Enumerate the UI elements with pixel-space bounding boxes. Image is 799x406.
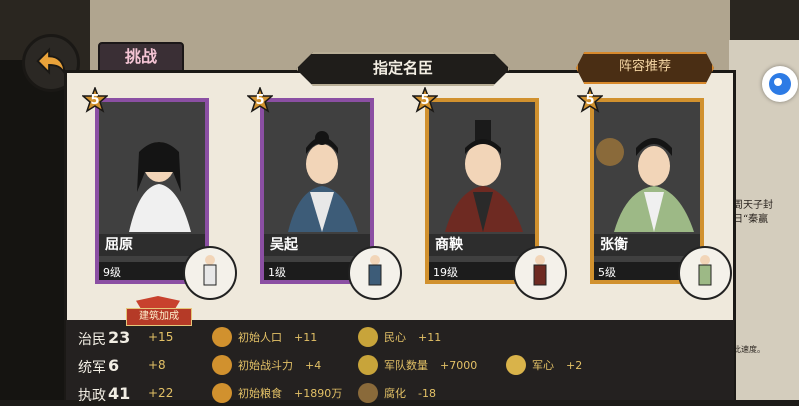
lineup-recommend-button[interactable]: 阵容推荐 xyxy=(576,52,714,84)
effect-item: 军心 +2 xyxy=(506,355,582,375)
combat-power-icon xyxy=(212,355,232,375)
star-badge: 5 xyxy=(575,85,605,113)
stat-bonus: +8 xyxy=(148,358,166,372)
star-count: 5 xyxy=(90,93,100,108)
pedestal xyxy=(183,246,237,300)
minister-name: 屈原 xyxy=(105,237,133,253)
minister-level: 9级 xyxy=(103,266,121,279)
effect-value: +1890万 xyxy=(294,387,343,400)
left-dark-strip xyxy=(0,60,64,400)
stat-label: 执政 xyxy=(78,388,106,404)
military-morale-icon xyxy=(506,355,526,375)
portrait-figure-icon xyxy=(129,142,191,232)
mini-figure-icon xyxy=(203,255,217,286)
effect-item: 初始人口 +11 xyxy=(212,327,317,347)
effect-item: 腐化 -18 xyxy=(358,383,436,403)
minister-name: 张衡 xyxy=(600,237,628,253)
stat-bonus: +22 xyxy=(148,386,174,400)
stat-label: 统军 xyxy=(78,360,106,376)
portrait-figure-icon xyxy=(288,131,358,232)
stat-value: 41 xyxy=(108,384,131,403)
effect-value: +11 xyxy=(418,330,442,344)
effect-item: 军队数量 +7000 xyxy=(358,355,477,375)
effect-text: 腐化 xyxy=(384,387,406,400)
minister-level: 1级 xyxy=(268,266,286,279)
minister-level: 19级 xyxy=(433,266,458,279)
side-text-line2: 日“秦赢 xyxy=(733,214,769,225)
stat-value: 23 xyxy=(108,328,131,347)
minister-name: 商鞅 xyxy=(435,237,463,253)
people-heart-icon xyxy=(358,327,378,347)
effect-item: 初始战斗力 +4 xyxy=(212,355,321,375)
stat-row-administration: 执政 41 +22 初始粮食 +1890万 腐化 -18 xyxy=(66,380,734,406)
building-bonus-label: 建筑加成 xyxy=(126,308,192,326)
assistant-icon xyxy=(769,73,791,95)
effect-value: +11 xyxy=(294,330,318,344)
troops-icon xyxy=(358,355,378,375)
effect-text: 初始粮食 xyxy=(238,387,282,400)
effect-value: +4 xyxy=(305,358,322,372)
minister-name: 吴起 xyxy=(270,237,298,253)
effect-value: +7000 xyxy=(440,358,478,372)
pedestal xyxy=(348,246,402,300)
pedestal xyxy=(513,246,567,300)
mini-figure-icon xyxy=(368,255,382,286)
panel-title: 指定名臣 xyxy=(296,52,510,86)
corruption-icon xyxy=(358,383,378,403)
stat-value: 6 xyxy=(108,356,120,375)
stat-row-military: 统军 6 +8 初始战斗力 +4 军队数量 +7000 军心 +2 xyxy=(66,352,734,378)
mini-figure-icon xyxy=(698,255,712,286)
stats-panel: 治民 23 +15 初始人口 +11 民心 +11 统军 6 +8 初始战斗力 … xyxy=(66,320,734,404)
stat-row-governance: 治民 23 +15 初始人口 +11 民心 +11 xyxy=(66,324,734,350)
effect-item: 民心 +11 xyxy=(358,327,441,347)
effect-text: 初始战斗力 xyxy=(238,359,293,372)
effect-value: -18 xyxy=(418,386,436,400)
stat-label: 治民 xyxy=(78,332,106,348)
stat-bonus: +15 xyxy=(148,330,174,344)
star-count: 5 xyxy=(585,93,595,108)
minister-level: 5级 xyxy=(598,266,616,279)
effect-text: 军队数量 xyxy=(384,359,428,372)
pedestal xyxy=(678,246,732,300)
mini-figure-icon xyxy=(533,255,547,286)
star-count: 5 xyxy=(255,93,265,108)
star-badge: 5 xyxy=(410,85,440,113)
effect-value: +2 xyxy=(566,358,583,372)
food-icon xyxy=(212,383,232,403)
effect-text: 民心 xyxy=(384,331,406,344)
effect-item: 初始粮食 +1890万 xyxy=(212,383,342,403)
star-badge: 5 xyxy=(80,85,110,113)
building-bonus-tag: 建筑加成 xyxy=(126,296,192,326)
floating-assistant-button[interactable] xyxy=(762,66,798,102)
portrait-figure-icon xyxy=(596,138,694,232)
portrait-figure-icon xyxy=(445,120,523,232)
star-count: 5 xyxy=(420,93,430,108)
side-text-line1: 周天子封 xyxy=(733,200,773,211)
star-badge: 5 xyxy=(245,85,275,113)
effect-text: 初始人口 xyxy=(238,331,282,344)
effect-text: 军心 xyxy=(532,359,554,372)
population-icon xyxy=(212,327,232,347)
side-text-line3: 此速度。 xyxy=(733,345,765,354)
building-roof-icon xyxy=(136,296,180,308)
